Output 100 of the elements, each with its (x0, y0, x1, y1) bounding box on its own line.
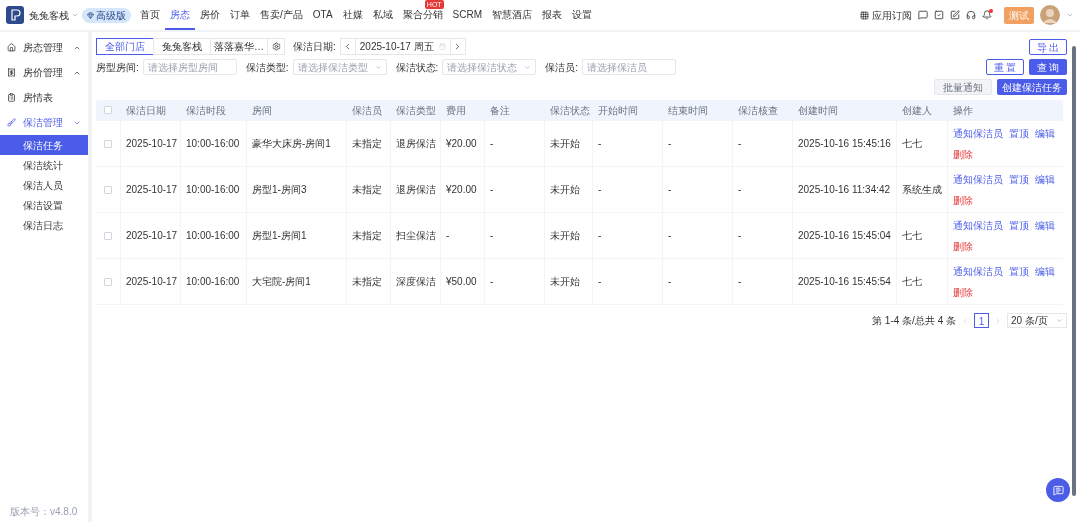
nav-tab[interactable]: 社媒 (337, 0, 368, 30)
bell-icon[interactable] (982, 10, 992, 20)
store-tab[interactable]: 落落嘉华… (210, 38, 268, 55)
filter-select[interactable]: 请选择保洁类型 (292, 59, 387, 75)
sidebar-item[interactable]: 房情表 (0, 85, 88, 110)
table-cell-text: 房型1-房间1 (252, 229, 307, 243)
column-header: 开始时间 (598, 103, 638, 118)
action-link[interactable]: 置顶 (1009, 125, 1029, 141)
table-cell-text: 10:00-16:00 (186, 229, 240, 243)
checklist-icon[interactable] (934, 10, 944, 20)
table-cell-text: 系统生成 (902, 183, 942, 197)
delete-link[interactable]: 删除 (953, 238, 973, 254)
table-cell-text: 退房保洁 (396, 183, 436, 197)
action-link[interactable]: 编辑 (1035, 263, 1055, 279)
column-header: 保洁核查 (738, 103, 778, 118)
action-link[interactable]: 编辑 (1035, 217, 1055, 233)
filter-select[interactable]: 请选择保洁状态 (442, 59, 537, 75)
nav-tab[interactable]: 报表 (537, 0, 568, 30)
sidebar-subitem[interactable]: 保洁设置 (0, 195, 88, 215)
chevron-down-icon[interactable] (71, 11, 79, 19)
sidebar-item[interactable]: 房态管理 (0, 35, 88, 60)
store-name[interactable]: 兔兔客栈 (29, 7, 69, 23)
sidebar-subitem[interactable]: 保洁人员 (0, 175, 88, 195)
action-link[interactable]: 编辑 (1035, 125, 1055, 141)
edit-icon[interactable] (950, 10, 960, 20)
page-size-select[interactable]: 20 条/页 (1007, 313, 1067, 328)
delete-link[interactable]: 删除 (953, 284, 973, 300)
action-link[interactable]: 通知保洁员 (953, 125, 1003, 141)
nav-tab[interactable]: 首页 (135, 0, 165, 30)
filter-field[interactable]: 请选择房型房间 (142, 59, 237, 75)
table-cell-text: - (490, 137, 494, 151)
nav-tab[interactable]: SCRM (447, 0, 488, 30)
action-link[interactable]: 编辑 (1035, 171, 1055, 187)
previous-date-button[interactable] (339, 38, 356, 55)
edition-badge: 高级版 (82, 7, 131, 23)
nav-tab[interactable]: 智慧酒店 (487, 0, 538, 30)
avatar[interactable] (1040, 5, 1060, 25)
app-subscribe-link[interactable]: 应用订阅 (872, 7, 912, 23)
nav-tab[interactable]: 设置 (567, 0, 598, 30)
pagination-summary: 第 1-4 条/总共 4 条 (872, 314, 956, 328)
filter-field[interactable]: 请选择保洁员 (582, 59, 677, 75)
chevron-down-icon[interactable] (1066, 11, 1074, 19)
store-tab[interactable]: 兔兔客栈 (153, 38, 211, 55)
delete-link[interactable]: 删除 (953, 192, 973, 208)
column-header: 创建时间 (798, 103, 838, 118)
query-button[interactable]: 查 询 (1029, 59, 1067, 75)
row-checkbox[interactable] (104, 277, 112, 286)
date-field[interactable]: 2025-10-17 周五 (354, 38, 451, 55)
headset-icon[interactable] (966, 10, 976, 20)
action-link[interactable]: 通知保洁员 (953, 263, 1003, 279)
checkbox[interactable] (104, 106, 112, 114)
column-header: 房间 (252, 103, 272, 118)
logo[interactable] (6, 6, 24, 24)
row-checkbox[interactable] (104, 231, 112, 240)
action-link[interactable]: 通知保洁员 (953, 217, 1003, 233)
reset-button[interactable]: 重 置 (986, 59, 1024, 75)
nav-tab[interactable]: 房价 (195, 0, 225, 30)
receipt-icon (7, 68, 16, 77)
page-button[interactable]: 1 (974, 313, 989, 328)
nav-tab[interactable]: 私域 (367, 0, 398, 30)
chevron-down-icon (524, 63, 532, 71)
nav-tab[interactable]: 房态 (165, 0, 195, 30)
nav-tab[interactable]: OTA (307, 0, 338, 30)
nav-tab[interactable]: 售卖/产品 (255, 0, 308, 30)
table-cell-text: 10:00-16:00 (186, 275, 240, 289)
table-cell-text: 未开始 (550, 275, 580, 289)
sidebar-subitem[interactable]: 保洁日志 (0, 215, 88, 235)
action-link[interactable]: 置顶 (1009, 263, 1029, 279)
table-cell-text: 退房保洁 (396, 137, 436, 151)
scrollbar[interactable] (1072, 46, 1076, 496)
create-task-button[interactable]: 创建保洁任务 (997, 79, 1067, 95)
sidebar-subitem[interactable]: 保洁统计 (0, 155, 88, 175)
chevron-down-icon (1056, 317, 1063, 324)
clipboard-icon (7, 93, 16, 102)
action-link[interactable]: 置顶 (1009, 217, 1029, 233)
sidebar-item[interactable]: 房价管理 (0, 60, 88, 85)
row-checkbox[interactable] (104, 185, 112, 194)
grid-icon[interactable] (860, 10, 869, 20)
row-checkbox[interactable] (104, 139, 112, 148)
table-cell-text: 2025-10-17 (126, 183, 178, 197)
chat-button[interactable] (1046, 478, 1070, 502)
action-link[interactable]: 置顶 (1009, 171, 1029, 187)
table-cell-text: - (490, 275, 494, 289)
table-cell-text: 2025-10-16 15:45:16 (798, 137, 891, 151)
next-date-button[interactable] (449, 38, 466, 55)
delete-link[interactable]: 删除 (953, 146, 973, 162)
store-tab[interactable]: 全部门店 (96, 38, 154, 55)
sidebar-subitem[interactable]: 保洁任务 (0, 135, 88, 155)
nav-tab[interactable]: 订单 (225, 0, 255, 30)
filter-label: 保洁员: (545, 60, 579, 75)
house-icon (7, 43, 16, 52)
table-cell-text: 2025-10-16 11:34:42 (798, 183, 891, 197)
sidebar-item[interactable]: 保洁管理 (0, 110, 88, 135)
table-cell-text: - (668, 183, 672, 197)
settings-button[interactable] (267, 38, 285, 55)
next-page-icon[interactable] (994, 316, 1002, 325)
message-icon[interactable] (918, 10, 928, 20)
export-button[interactable]: 导 出 (1029, 38, 1067, 55)
previous-page-icon[interactable] (961, 316, 969, 325)
action-link[interactable]: 通知保洁员 (953, 171, 1003, 187)
